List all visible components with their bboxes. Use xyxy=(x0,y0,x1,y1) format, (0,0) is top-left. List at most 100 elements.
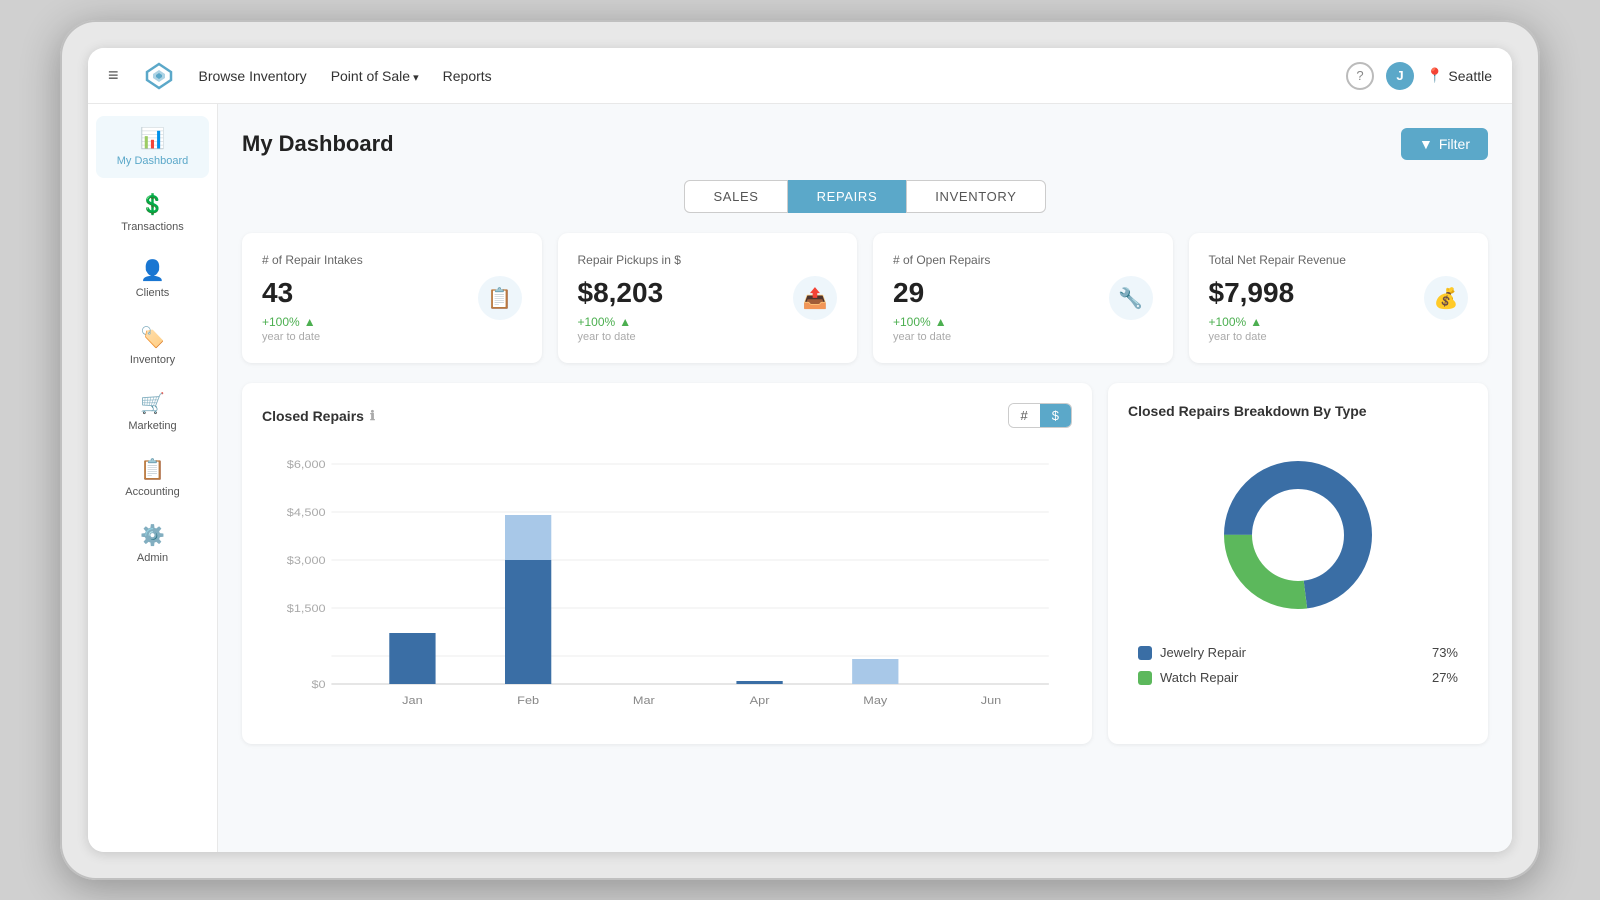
stat-icon-1: 📤 xyxy=(793,276,837,320)
stat-icon-0: 📋 xyxy=(478,276,522,320)
stat-period-3: year to date xyxy=(1209,331,1469,343)
sidebar-label-1: Transactions xyxy=(121,221,184,234)
watch-pct: 27% xyxy=(1432,670,1458,685)
tab-inventory[interactable]: INVENTORY xyxy=(906,180,1045,213)
stat-change-2: +100% ▲ xyxy=(893,315,1153,329)
svg-text:Apr: Apr xyxy=(750,694,770,707)
sidebar-icon-2: 👤 xyxy=(140,258,165,283)
svg-text:$4,500: $4,500 xyxy=(287,506,326,519)
tab-sales[interactable]: SALES xyxy=(684,180,787,213)
user-avatar-button[interactable]: J xyxy=(1386,62,1414,90)
legend-item-jewelry: Jewelry Repair 73% xyxy=(1138,645,1458,660)
sidebar-item-admin[interactable]: ⚙️ Admin xyxy=(96,513,209,575)
stat-period-0: year to date xyxy=(262,331,522,343)
donut-chart-card: Closed Repairs Breakdown By Type xyxy=(1108,383,1488,744)
sidebar-label-2: Clients xyxy=(136,287,170,300)
body-layout: 📊 My Dashboard 💲 Transactions 👤 Clients … xyxy=(88,104,1512,852)
legend-item-watch: Watch Repair 27% xyxy=(1138,670,1458,685)
sidebar-label-4: Marketing xyxy=(128,420,176,433)
stat-cards: # of Repair Intakes 43 +100% ▲ year to d… xyxy=(242,233,1488,363)
svg-text:$0: $0 xyxy=(311,678,326,691)
stat-title-0: # of Repair Intakes xyxy=(262,253,522,267)
sidebar-label-6: Admin xyxy=(137,552,168,565)
sidebar-item-transactions[interactable]: 💲 Transactions xyxy=(96,182,209,244)
watch-label: Watch Repair xyxy=(1160,670,1238,685)
svg-text:$3,000: $3,000 xyxy=(287,554,326,567)
donut-svg xyxy=(1208,445,1388,625)
jewelry-pct: 73% xyxy=(1432,645,1458,660)
filter-icon: ▼ xyxy=(1419,136,1433,152)
stat-change-1: +100% ▲ xyxy=(578,315,838,329)
nav-browse-inventory[interactable]: Browse Inventory xyxy=(199,68,307,84)
stat-title-1: Repair Pickups in $ xyxy=(578,253,838,267)
donut-chart-title: Closed Repairs Breakdown By Type xyxy=(1128,403,1367,419)
jewelry-color-dot xyxy=(1138,646,1152,660)
stat-icon-3: 💰 xyxy=(1424,276,1468,320)
sidebar-item-my-dashboard[interactable]: 📊 My Dashboard xyxy=(96,116,209,178)
stat-change-0: +100% ▲ xyxy=(262,315,522,329)
stat-period-1: year to date xyxy=(578,331,838,343)
stat-card-0: # of Repair Intakes 43 +100% ▲ year to d… xyxy=(242,233,542,363)
stat-card-1: Repair Pickups in $ $8,203 +100% ▲ year … xyxy=(558,233,858,363)
nav-point-of-sale[interactable]: Point of Sale xyxy=(331,68,419,84)
page-header: My Dashboard ▼ Filter xyxy=(242,128,1488,160)
svg-text:$6,000: $6,000 xyxy=(287,458,326,471)
sidebar-label-3: Inventory xyxy=(130,354,175,367)
sidebar: 📊 My Dashboard 💲 Transactions 👤 Clients … xyxy=(88,104,218,852)
app-container: ≡ Browse Inventory Point of Sale Reports… xyxy=(88,48,1512,852)
filter-button[interactable]: ▼ Filter xyxy=(1401,128,1488,160)
donut-legend: Jewelry Repair 73% Watch Repair xyxy=(1128,645,1468,685)
bar-chart-header: Closed Repairs ℹ # $ xyxy=(262,403,1072,428)
nav-links: Browse Inventory Point of Sale Reports xyxy=(199,68,1322,84)
stat-icon-2: 🔧 xyxy=(1109,276,1153,320)
stat-title-2: # of Open Repairs xyxy=(893,253,1153,267)
device-frame: ≡ Browse Inventory Point of Sale Reports… xyxy=(60,20,1540,880)
tab-repairs[interactable]: REPAIRS xyxy=(788,180,907,213)
nav-right: ? J 📍 Seattle xyxy=(1346,62,1492,90)
charts-row: Closed Repairs ℹ # $ xyxy=(242,383,1488,744)
bar-chart-area: $6,000 $4,500 $3,000 $1,500 $0 xyxy=(262,444,1072,724)
sidebar-icon-6: ⚙️ xyxy=(140,523,165,548)
sidebar-item-clients[interactable]: 👤 Clients xyxy=(96,248,209,310)
svg-text:Mar: Mar xyxy=(633,694,655,707)
page-title: My Dashboard xyxy=(242,131,394,157)
filter-label: Filter xyxy=(1439,136,1470,152)
svg-text:Jun: Jun xyxy=(981,694,1001,707)
sidebar-icon-1: 💲 xyxy=(140,192,165,217)
location-pin-icon: 📍 xyxy=(1426,67,1443,84)
toggle-dollar-button[interactable]: $ xyxy=(1040,404,1071,427)
svg-text:May: May xyxy=(863,694,887,707)
help-button[interactable]: ? xyxy=(1346,62,1374,90)
hamburger-icon[interactable]: ≡ xyxy=(108,65,119,86)
sidebar-item-inventory[interactable]: 🏷️ Inventory xyxy=(96,315,209,377)
location-selector[interactable]: 📍 Seattle xyxy=(1426,67,1492,84)
bar-chart-title: Closed Repairs ℹ xyxy=(262,408,375,424)
location-label: Seattle xyxy=(1448,68,1492,84)
svg-text:Feb: Feb xyxy=(517,694,539,707)
stat-card-3: Total Net Repair Revenue $7,998 +100% ▲ … xyxy=(1189,233,1489,363)
sidebar-icon-0: 📊 xyxy=(140,126,165,151)
stat-change-3: +100% ▲ xyxy=(1209,315,1469,329)
jewelry-label: Jewelry Repair xyxy=(1160,645,1246,660)
logo-icon xyxy=(143,60,175,92)
info-icon[interactable]: ℹ xyxy=(370,408,375,424)
donut-area: Jewelry Repair 73% Watch Repair xyxy=(1128,435,1468,695)
toggle-count-button[interactable]: # xyxy=(1009,404,1040,427)
svg-text:$1,500: $1,500 xyxy=(287,602,326,615)
sidebar-label-0: My Dashboard xyxy=(117,155,189,168)
sidebar-item-marketing[interactable]: 🛒 Marketing xyxy=(96,381,209,443)
sidebar-label-5: Accounting xyxy=(125,486,179,499)
svg-text:Jan: Jan xyxy=(402,694,422,707)
nav-reports[interactable]: Reports xyxy=(443,68,492,84)
bar-chart-svg: $6,000 $4,500 $3,000 $1,500 $0 xyxy=(262,444,1072,724)
tabs-row: SALESREPAIRSINVENTORY xyxy=(242,180,1488,213)
donut-chart-header: Closed Repairs Breakdown By Type xyxy=(1128,403,1468,419)
sidebar-item-accounting[interactable]: 📋 Accounting xyxy=(96,447,209,509)
main-content: My Dashboard ▼ Filter SALESREPAIRSINVENT… xyxy=(218,104,1512,852)
sidebar-icon-5: 📋 xyxy=(140,457,165,482)
stat-card-2: # of Open Repairs 29 +100% ▲ year to dat… xyxy=(873,233,1173,363)
watch-color-dot xyxy=(1138,671,1152,685)
sidebar-icon-3: 🏷️ xyxy=(140,325,165,350)
top-nav: ≡ Browse Inventory Point of Sale Reports… xyxy=(88,48,1512,104)
bar-chart-card: Closed Repairs ℹ # $ xyxy=(242,383,1092,744)
